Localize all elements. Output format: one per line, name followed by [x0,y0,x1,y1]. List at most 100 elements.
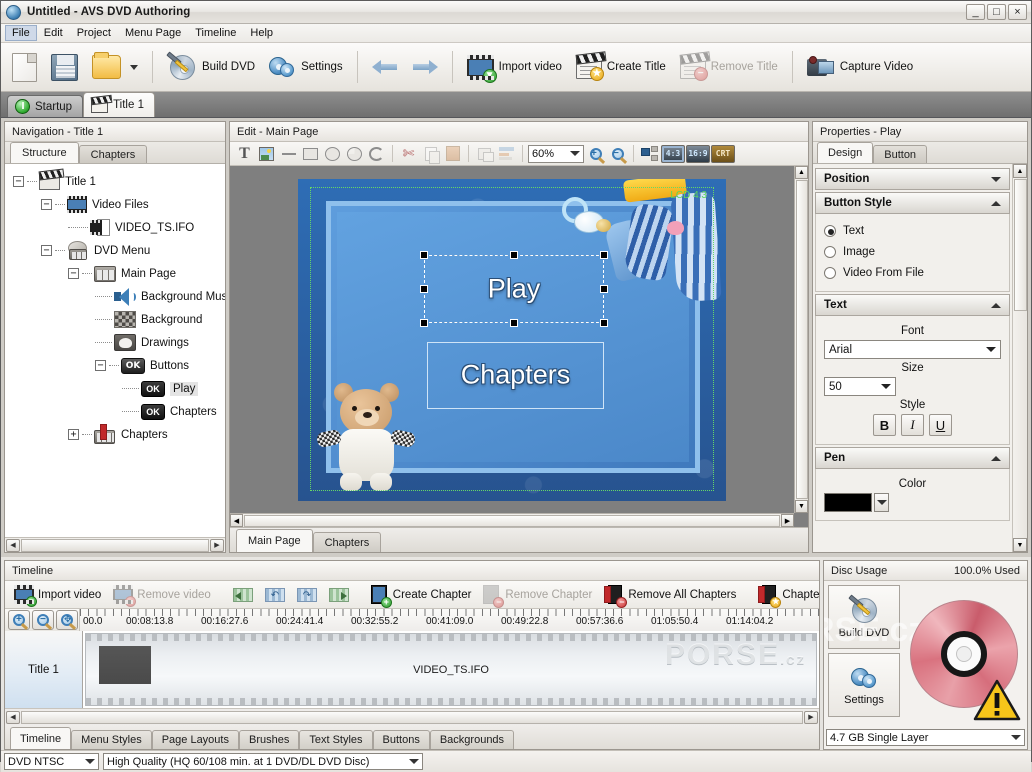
timeline-zoom-in-icon[interactable]: + [8,610,30,630]
menu-menu-page[interactable]: Menu Page [118,25,188,41]
properties-vscrollbar[interactable]: ▲ ▼ [1012,164,1027,552]
resize-handle-n[interactable] [510,251,518,259]
build-dvd-button[interactable]: Build DVD [160,50,262,84]
tab-structure[interactable]: Structure [10,142,79,163]
scroll-left-icon[interactable]: ◀ [230,514,243,527]
chevron-down-icon[interactable] [130,65,138,70]
timeline-import-video-button[interactable]: ▼ Import video [8,583,107,606]
expander-icon[interactable]: + [68,429,79,440]
expander-icon[interactable]: − [41,199,52,210]
resize-handle-sw[interactable] [420,319,428,327]
tree-item-title-1[interactable]: − Title 1 [5,170,225,193]
menu-file[interactable]: File [5,25,37,41]
tree-item-background-music[interactable]: Background Music [5,285,225,308]
resize-handle-e[interactable] [600,285,608,293]
close-button[interactable]: × [1008,4,1027,20]
expander-icon[interactable]: − [13,176,24,187]
tab-startup[interactable]: Startup [7,95,83,117]
tree-item-drawings[interactable]: Drawings [5,331,225,354]
scroll-thumb[interactable] [1014,179,1027,311]
scissors-icon[interactable]: ✄ [398,144,419,164]
menu-button-chapters[interactable]: Chapters [427,342,604,409]
bottom-tab-backgrounds[interactable]: Backgrounds [430,730,514,749]
paste-icon[interactable] [442,144,463,164]
scroll-thumb[interactable] [21,711,803,724]
scroll-down-icon[interactable]: ▼ [1013,538,1027,552]
maximize-button[interactable]: □ [987,4,1006,20]
section-pen-header[interactable]: Pen [815,447,1010,469]
remove-all-chapters-button[interactable]: − Remove All Chapters [598,583,742,607]
tree-item-background[interactable]: Background [5,308,225,331]
aspect-4-3-button[interactable]: 4:3 [661,145,685,163]
remove-chapter-button[interactable]: − Remove Chapter [477,583,598,607]
timeline-hscrollbar[interactable]: ◀ ▶ [5,708,819,725]
navigation-hscrollbar[interactable]: ◀ ▶ [5,537,225,552]
scroll-thumb[interactable] [796,180,808,499]
text-T-icon[interactable]: T [234,144,255,164]
pie-icon[interactable] [344,144,365,164]
size-select[interactable]: 50 [824,377,896,396]
scroll-left-icon[interactable]: ◀ [6,711,20,724]
arc-icon[interactable] [366,144,387,164]
menu-timeline[interactable]: Timeline [188,25,243,41]
timeline-clip[interactable]: VIDEO_TS.IFO PORSE.cz [85,633,817,706]
resize-handle-se[interactable] [600,319,608,327]
zoom-level-select[interactable]: 60% [528,145,584,163]
radio-video-from-file[interactable]: Video From File [824,262,1001,283]
new-project-button[interactable] [5,50,44,85]
timeline-ruler[interactable]: 00.0 00:08:13.8 00:16:27.6 00:24:41.4 00… [80,609,819,631]
scroll-thumb[interactable] [244,515,780,527]
scroll-right-icon[interactable]: ▶ [804,711,818,724]
layers-icon[interactable] [639,144,660,164]
italic-button[interactable]: I [901,414,924,436]
menu-help[interactable]: Help [243,25,280,41]
capture-video-button[interactable]: Capture Video [800,53,920,81]
track-header[interactable]: Title 1 [5,631,83,708]
undo-button[interactable] [365,55,405,79]
scroll-right-icon[interactable]: ▶ [210,539,224,552]
bottom-tab-timeline[interactable]: Timeline [10,727,71,749]
step-forward-button[interactable]: ↷ [291,586,323,604]
timeline-zoom-out-icon[interactable]: − [32,610,54,630]
bottom-tab-menu-styles[interactable]: Menu Styles [71,730,152,749]
menu-edit[interactable]: Edit [37,25,70,41]
resize-handle-ne[interactable] [600,251,608,259]
step-back-button[interactable]: ↶ [259,586,291,604]
page-tab-chapters[interactable]: Chapters [313,532,382,552]
redo-button[interactable] [405,55,445,79]
copy-icon[interactable] [420,144,441,164]
rectangle-icon[interactable] [300,144,321,164]
settings-button[interactable]: Settings [262,51,350,83]
expander-icon[interactable]: − [68,268,79,279]
structure-tree[interactable]: − Title 1 − Video Files VIDEO_TS.IFO [5,164,225,537]
disc-settings-button[interactable]: Settings [828,653,900,717]
crt-preview-button[interactable]: CRT [711,145,735,163]
bottom-tab-page-layouts[interactable]: Page Layouts [152,730,239,749]
canvas-area[interactable]: LCD 4:3 Chapters Play [230,166,794,513]
menu-project[interactable]: Project [70,25,118,41]
tree-item-dvd-menu[interactable]: − DVD Menu [5,239,225,262]
minimize-button[interactable]: _ [966,4,985,20]
timeline-remove-video-button[interactable]: − Remove video [107,583,217,606]
tree-item-chapters-button[interactable]: OK Chapters [5,400,225,423]
order-icon[interactable] [474,144,495,164]
scroll-left-icon[interactable]: ◀ [6,539,20,552]
bottom-tab-text-styles[interactable]: Text Styles [299,730,372,749]
bold-button[interactable]: B [873,414,896,436]
remove-title-button[interactable]: − Remove Title [673,52,785,82]
section-position-header[interactable]: Position [815,168,1010,190]
nav-prev-button[interactable] [227,586,259,604]
tab-design[interactable]: Design [817,142,873,163]
tree-item-main-page[interactable]: − Main Page [5,262,225,285]
canvas-hscrollbar[interactable]: ◀ ▶ [230,513,794,527]
tree-item-video-ts-ifo[interactable]: VIDEO_TS.IFO [5,216,225,239]
import-video-button[interactable]: ▼ Import video [460,52,569,83]
radio-text[interactable]: Text [824,220,1001,241]
dvd-menu-canvas[interactable]: LCD 4:3 Chapters Play [298,179,726,501]
section-button-style-header[interactable]: Button Style [815,192,1010,214]
tree-item-buttons[interactable]: − OK Buttons [5,354,225,377]
create-title-button[interactable]: ★ Create Title [569,52,673,82]
chapters-settings-button[interactable]: ★ Chapters S [752,583,819,607]
expander-icon[interactable]: − [95,360,106,371]
line-icon[interactable] [278,144,299,164]
